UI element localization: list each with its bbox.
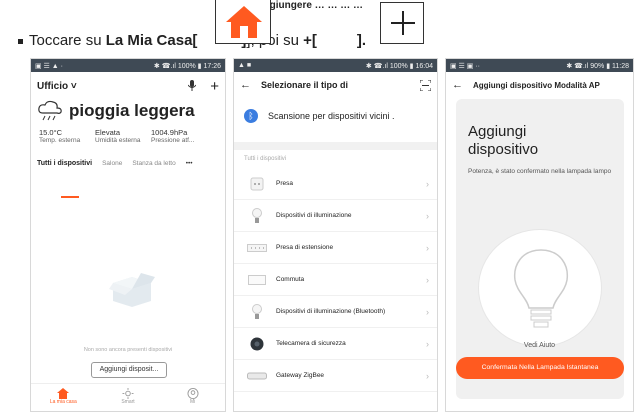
home-icon — [57, 388, 70, 399]
help-link[interactable]: Vedi Aiuto — [446, 342, 633, 349]
phone-screen-select-type: ▲ ■ ✱ ☎.ıl 100% ▮ 16:04 ← Selezionare il… — [233, 58, 438, 412]
device-type-row[interactable]: Gateway ZigBee › — [234, 360, 437, 392]
card-description: Potenza, è stato confermato nella lampad… — [468, 168, 612, 175]
weather-stat-temp: 15.0°C Temp. esterna — [39, 128, 81, 144]
divider — [234, 142, 437, 150]
device-type-name: Telecamera di sicurezza — [276, 340, 346, 347]
nav-home[interactable]: La mia casa — [43, 388, 83, 405]
add-device-button[interactable]: Aggiungi disposit... — [91, 362, 167, 378]
plus-icon-box — [380, 2, 424, 44]
status-bar: ▣ ☰ ▲ · ✱ ☎.ıl 100% ▮ 17:26 — [31, 59, 225, 72]
profile-icon — [187, 388, 199, 399]
chevron-right-icon: › — [426, 370, 429, 381]
section-header: Tutti i dispositivi — [244, 156, 287, 162]
camera-icon — [246, 337, 268, 351]
card-heading: Aggiungi dispositivo — [468, 123, 539, 158]
bulb-illustration — [478, 229, 602, 347]
page-title: Aggiungi dispositivo Modalità AP — [473, 80, 600, 90]
device-type-name: Dispositivi di illuminazione (Bluetooth) — [276, 308, 386, 315]
weather-stat-pressure: 1004.9hPa Pressione atf... — [151, 128, 195, 144]
chevron-right-icon: › — [426, 210, 429, 221]
device-type-row[interactable]: Dispositivi di illuminazione (Bluetooth)… — [234, 296, 437, 328]
status-right: ✱ ☎.ıl 100% ▮ 16:04 — [365, 62, 433, 70]
phone-screen-home: ▣ ☰ ▲ · ✱ ☎.ıl 100% ▮ 17:26 Ufficio ˅ + … — [30, 58, 226, 412]
empty-box-icon — [109, 273, 155, 307]
device-type-row[interactable]: Presa di estensione › — [234, 232, 437, 264]
nav-profile-label: Mi — [190, 399, 196, 405]
instruction-home-label: La Mia Casa[ — [105, 32, 198, 49]
bulb-icon — [246, 207, 268, 224]
add-device-plus-icon[interactable]: + — [210, 78, 219, 95]
device-type-row[interactable]: Presa › — [234, 168, 437, 200]
mode-ap-link[interactable]: Modalità AP — [554, 81, 599, 90]
status-bar: ▲ ■ ✱ ☎.ıl 100% ▮ 16:04 — [234, 59, 437, 72]
chevron-right-icon: › — [426, 178, 429, 189]
power-strip-icon — [246, 243, 268, 252]
empty-state-text: Non sono ancora presenti dispositivi — [83, 347, 173, 353]
tab-bedroom[interactable]: Stanza da letto — [132, 160, 175, 167]
bulb-icon — [246, 303, 268, 320]
phone-screen-add-device: ▣ ☰ ▣ ·· ✱ ☎.ıl 90% ▮ 11:28 ← Aggiungi d… — [445, 58, 634, 412]
switch-icon — [246, 274, 268, 285]
status-left: ▣ ☰ ▣ ·· — [450, 62, 480, 70]
more-tabs-button[interactable]: ••• — [186, 160, 193, 167]
microphone-icon[interactable] — [187, 79, 197, 94]
tab-salone[interactable]: Salone — [102, 160, 122, 167]
instruction-card: Aggiungi dispositivo Potenza, è stato con… — [456, 99, 624, 399]
plus-icon — [391, 11, 415, 35]
instruction-line: Toccare su La Mia Casa[]], poi su +[]. — [18, 32, 366, 50]
confirm-button[interactable]: Confermata Nella Lampada Istantanea — [456, 357, 624, 379]
device-type-row[interactable]: Dispositivi di illuminazione › — [234, 200, 437, 232]
device-type-name: Dispositivi di illuminazione — [276, 212, 352, 219]
home-selector[interactable]: Ufficio ˅ — [37, 81, 77, 92]
chevron-right-icon: › — [426, 274, 429, 285]
device-type-name: Gateway ZigBee — [276, 372, 325, 379]
chevron-right-icon: › — [426, 338, 429, 349]
home-icon — [226, 6, 262, 38]
chevron-right-icon: › — [426, 242, 429, 253]
tab-all-devices[interactable]: Tutti i dispositivi — [37, 160, 92, 167]
scan-nearby-row[interactable]: ᛒ Scansione per dispositivi vicini . — [234, 98, 437, 134]
sun-icon — [122, 388, 134, 399]
device-type-name: Presa — [276, 180, 293, 187]
nav-profile[interactable]: Mi — [173, 388, 213, 405]
device-type-row[interactable]: Commuta › — [234, 264, 437, 296]
status-right: ✱ ☎.ıl 100% ▮ 17:26 — [153, 62, 221, 70]
home-icon-box — [215, 0, 271, 44]
nav-smart[interactable]: Smart — [108, 388, 148, 405]
page-title: Selezionare il tipo di — [261, 80, 349, 90]
light-bulb-icon — [513, 249, 569, 328]
instruction-prefix: Toccare su — [29, 32, 106, 49]
status-bar: ▣ ☰ ▣ ·· ✱ ☎.ıl 90% ▮ 11:28 — [446, 59, 633, 72]
device-type-row[interactable]: Telecamera di sicurezza › — [234, 328, 437, 360]
status-left: ▣ ☰ ▲ · — [35, 62, 63, 70]
rain-cloud-icon — [38, 100, 62, 121]
scan-nearby-label: Scansione per dispositivi vicini . — [268, 111, 395, 121]
status-left: ▲ ■ — [238, 62, 252, 69]
nav-smart-label: Smart — [121, 399, 135, 405]
device-type-name: Presa di estensione — [276, 244, 334, 251]
bluetooth-icon: ᛒ — [244, 109, 258, 123]
bullet-icon — [18, 38, 23, 44]
cropped-heading: aggiungere … … … … — [258, 0, 364, 11]
back-arrow-icon[interactable]: ← — [452, 79, 463, 91]
device-type-name: Commuta — [276, 276, 305, 283]
bottom-nav: La mia casa Smart Mi — [31, 383, 225, 411]
plug-icon — [246, 177, 268, 191]
nav-home-label: La mia casa — [49, 399, 77, 405]
weather-condition: pioggia leggera — [69, 101, 195, 120]
chevron-right-icon: › — [426, 306, 429, 317]
instruction-plus-label: +[ — [303, 32, 317, 49]
active-tab-indicator — [61, 196, 79, 198]
gateway-icon — [246, 372, 268, 380]
scan-qr-icon[interactable] — [420, 79, 431, 91]
status-right: ✱ ☎.ıl 90% ▮ 11:28 — [566, 62, 629, 70]
instruction-suffix: ]. — [356, 32, 367, 49]
back-arrow-icon[interactable]: ← — [240, 79, 251, 91]
weather-stat-humidity: Elevata Umidità esterna — [95, 128, 141, 144]
